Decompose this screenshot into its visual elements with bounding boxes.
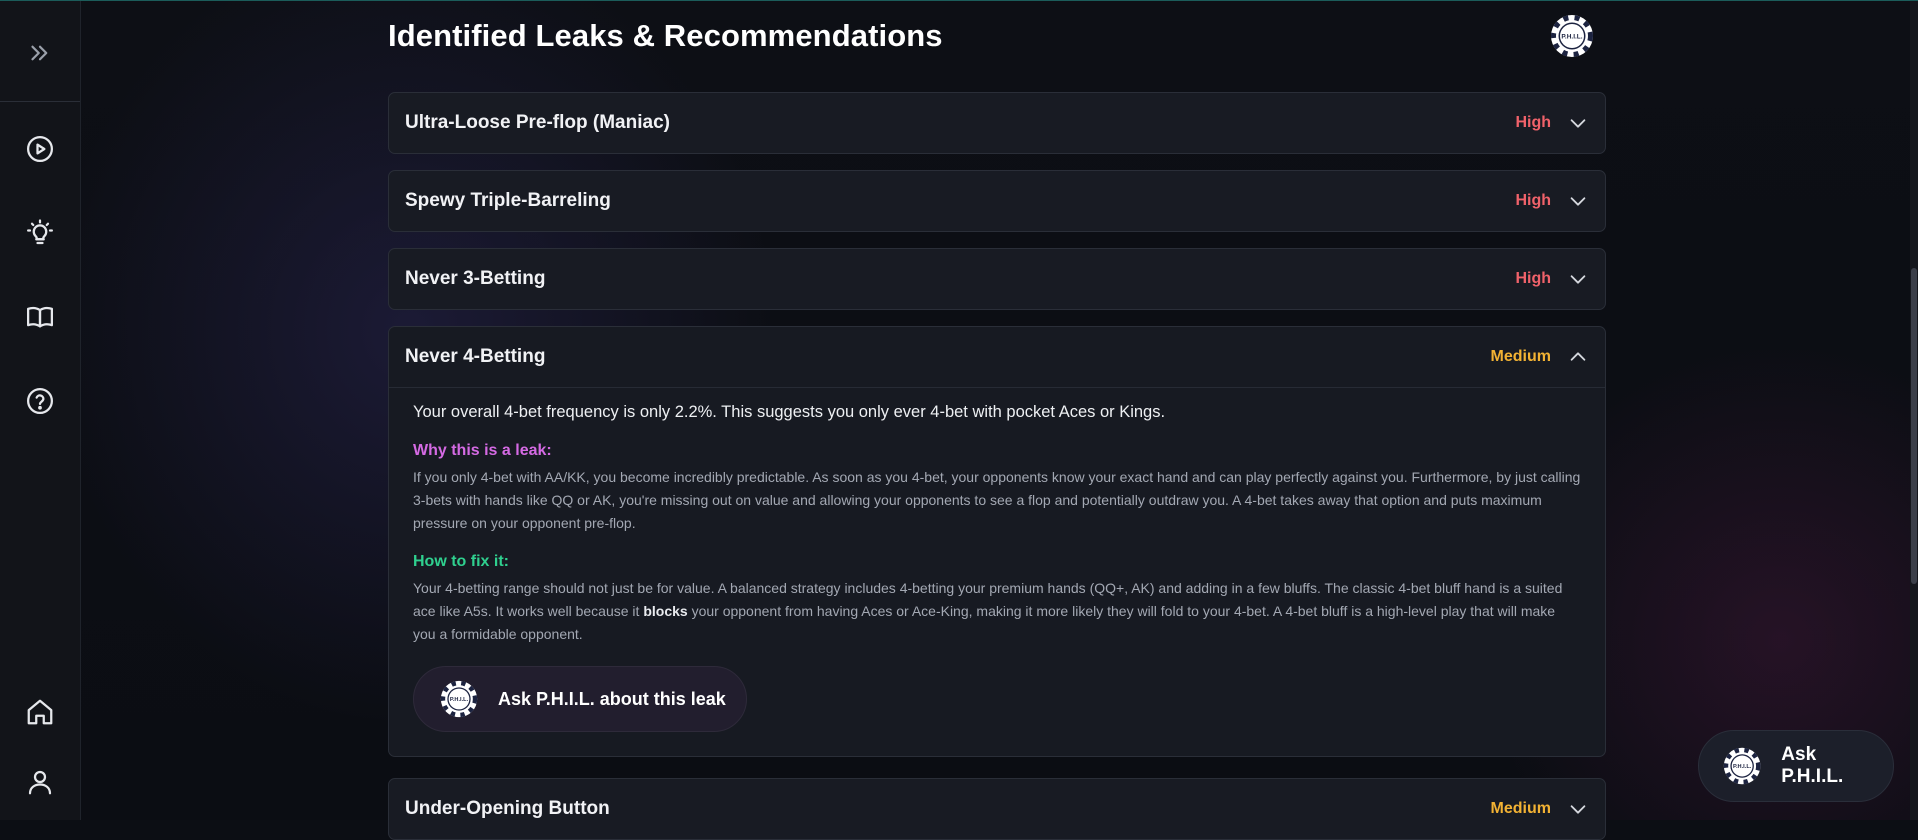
phil-logo-icon: P.H.I.L. (1551, 15, 1593, 57)
ask-phil-fab[interactable]: P.H.I.L. Ask P.H.I.L. (1698, 730, 1894, 802)
leak-summary: Your overall 4-bet frequency is only 2.2… (413, 403, 1166, 421)
leak-card-header[interactable]: Never 3-Betting High (389, 249, 1605, 309)
chevron-down-icon[interactable] (1567, 798, 1589, 820)
sidebar-item-insights[interactable] (20, 213, 60, 253)
leak-title: Under-Opening Button (405, 798, 610, 819)
fix-text-emphasis: blocks (643, 603, 688, 619)
scrollbar-thumb[interactable] (1911, 268, 1917, 584)
leak-title: Ultra-Loose Pre-flop (Maniac) (405, 112, 670, 133)
leak-title: Never 4-Betting (405, 346, 546, 367)
leak-card-header[interactable]: Ultra-Loose Pre-flop (Maniac) High (389, 93, 1605, 153)
sidebar-item-learn[interactable] (20, 297, 60, 337)
ask-phil-leak-label: Ask P.H.I.L. about this leak (498, 688, 726, 709)
sidebar-expand-button[interactable] (20, 33, 60, 73)
chevron-down-icon[interactable] (1567, 190, 1589, 212)
svg-text:P.H.I.L.: P.H.I.L. (1733, 764, 1752, 770)
leak-card-expanded: Never 4-Betting Medium Your overall 4-be… (388, 326, 1606, 757)
leak-card-header[interactable]: Spewy Triple-Barreling High (389, 171, 1605, 231)
chevron-down-icon[interactable] (1567, 112, 1589, 134)
chevron-up-icon[interactable] (1567, 346, 1589, 368)
chevrons-right-icon (31, 45, 48, 61)
sidebar (0, 0, 81, 820)
fix-heading: How to fix it: (413, 553, 509, 570)
leak-card[interactable]: Never 3-Betting High (388, 248, 1606, 310)
why-heading: Why this is a leak: (413, 442, 552, 459)
sidebar-item-play[interactable] (20, 129, 60, 169)
sidebar-item-help[interactable] (20, 381, 60, 421)
top-accent-line (0, 0, 1918, 1)
severity-badge: High (1515, 192, 1551, 209)
why-text: If you only 4-bet with AA/KK, you become… (413, 469, 1581, 531)
chevron-down-icon[interactable] (1567, 268, 1589, 290)
phil-chip-icon: P.H.I.L. (1723, 747, 1761, 785)
help-circle-icon (27, 388, 53, 414)
severity-badge: Medium (1490, 348, 1551, 365)
ask-phil-leak-button[interactable]: P.H.I.L. Ask P.H.I.L. about this leak (413, 666, 747, 732)
leak-details: Your overall 4-bet frequency is only 2.2… (389, 388, 1605, 756)
sidebar-divider (0, 101, 80, 102)
severity-badge: High (1515, 270, 1551, 287)
leak-title: Spewy Triple-Barreling (405, 190, 611, 211)
home-icon (27, 699, 53, 725)
severity-badge: Medium (1490, 800, 1551, 817)
leak-card-header[interactable]: Never 4-Betting Medium (389, 327, 1605, 388)
svg-text:P.H.I.L.: P.H.I.L. (1561, 34, 1582, 41)
leak-card-header[interactable]: Under-Opening Button Medium (389, 779, 1605, 839)
svg-text:P.H.I.L.: P.H.I.L. (450, 697, 469, 703)
severity-badge: High (1515, 114, 1551, 131)
fix-text: Your 4-betting range should not just be … (413, 580, 1563, 642)
leak-card[interactable]: Ultra-Loose Pre-flop (Maniac) High (388, 92, 1606, 154)
leak-title: Never 3-Betting (405, 268, 546, 289)
play-circle-icon (27, 136, 53, 162)
sidebar-item-profile[interactable] (20, 762, 60, 802)
phil-chip-icon: P.H.I.L. (440, 680, 478, 718)
user-icon (28, 770, 52, 795)
ask-phil-fab-label: Ask P.H.I.L. (1781, 744, 1844, 787)
leak-card[interactable]: Spewy Triple-Barreling High (388, 170, 1606, 232)
sidebar-item-home[interactable] (20, 692, 60, 732)
leak-card[interactable]: Under-Opening Button Medium (388, 778, 1606, 840)
page-title: Identified Leaks & Recommendations (388, 18, 943, 53)
book-icon (27, 306, 53, 328)
lightbulb-icon (27, 219, 53, 245)
